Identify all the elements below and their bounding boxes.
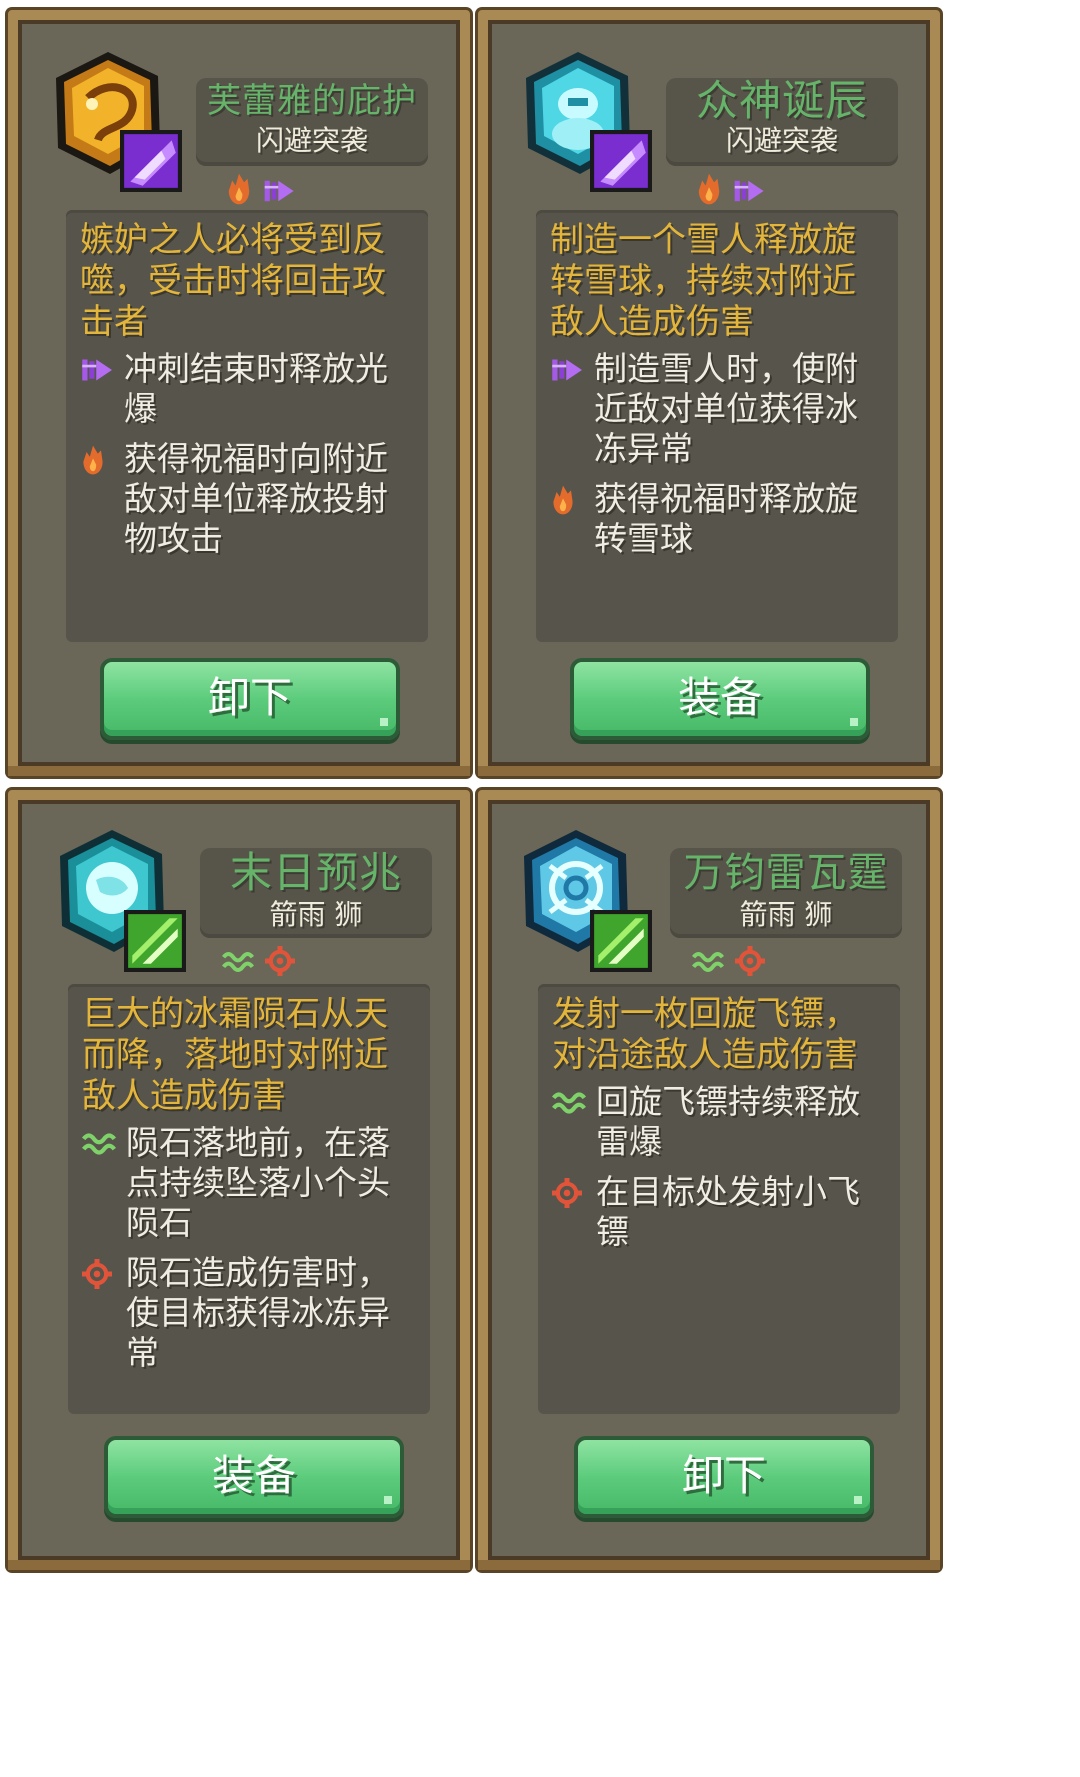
- green-arrows-badge-icon: [590, 910, 652, 972]
- equip-button[interactable]: 装备: [104, 1436, 404, 1518]
- purple-dash-badge-icon: [590, 130, 652, 192]
- effect-row: 陨石造成伤害时，使目标获得冰冻异常: [82, 1253, 416, 1373]
- skill-name-box: 芙蕾雅的庇护 闪避突袭: [196, 78, 428, 166]
- effect-text: 回旋飞镖持续释放雷爆: [596, 1082, 860, 1161]
- effect-text: 获得祝福时释放旋转雪球: [594, 479, 858, 558]
- skill-card-4: 万钧雷瓦霆 箭雨 狮 发射一枚回旋飞镖，对沿途敌人造成伤害 回旋飞镖持续释放雷爆…: [478, 790, 940, 1570]
- equip-button[interactable]: 装备: [570, 658, 870, 740]
- purple-dash-icon: [550, 356, 586, 384]
- skill-description-box: 发射一枚回旋飞镖，对沿途敌人造成伤害 回旋飞镖持续释放雷爆 在目标处发射小飞镖: [538, 984, 900, 1414]
- effect-row: 制造雪人时，使附近敌对单位获得冰冻异常: [550, 349, 884, 469]
- skill-tags: [222, 946, 302, 982]
- effect-row: 获得祝福时向附近敌对单位释放投射物攻击: [80, 439, 414, 559]
- effect-text: 制造雪人时，使附近敌对单位获得冰冻异常: [594, 349, 858, 468]
- effect-row: 获得祝福时释放旋转雪球: [550, 479, 884, 559]
- orange-flame-icon: [550, 484, 576, 516]
- red-gear-icon: [82, 1259, 112, 1289]
- skill-description: 巨大的冰霜陨石从天而降，落地时对附近敌人造成伤害: [82, 994, 388, 1116]
- purple-dash-badge-icon: [120, 130, 182, 192]
- skill-tags: [224, 172, 304, 208]
- golden-dragon-icon: [48, 48, 198, 198]
- skill-description-box: 制造一个雪人释放旋转雪球，持续对附近敌人造成伤害 制造雪人时，使附近敌对单位获得…: [536, 210, 898, 642]
- purple-dash-icon: [263, 176, 297, 206]
- effect-text: 在目标处发射小飞镖: [596, 1172, 860, 1251]
- skill-name: 众神诞辰: [695, 76, 868, 125]
- green-wave-icon: [552, 1089, 586, 1117]
- red-gear-icon: [735, 946, 765, 976]
- skill-category: 箭雨 狮: [269, 898, 363, 931]
- effect-row: 陨石落地前，在落点持续坠落小个头陨石: [82, 1123, 416, 1243]
- cyan-snowman-icon: [518, 48, 668, 198]
- skill-name: 芙蕾雅的庇护: [207, 81, 417, 121]
- skill-description: 发射一枚回旋飞镖，对沿途敌人造成伤害: [552, 994, 858, 1075]
- orange-flame-icon: [224, 172, 254, 206]
- green-arrows-badge-icon: [124, 910, 186, 972]
- orange-flame-icon: [80, 444, 106, 476]
- effect-row: 回旋飞镖持续释放雷爆: [552, 1082, 886, 1162]
- skill-description-box: 嫉妒之人必将受到反噬，受击时将回击攻击者 冲刺结束时释放光爆 获得祝福时向附近敌…: [66, 210, 428, 642]
- skill-card-3: 末日预兆 箭雨 狮 巨大的冰霜陨石从天而降，落地时对附近敌人造成伤害 陨石落地前…: [8, 790, 470, 1570]
- green-wave-icon: [222, 948, 254, 976]
- green-wave-icon: [82, 1130, 116, 1158]
- purple-dash-icon: [733, 176, 767, 206]
- red-gear-icon: [552, 1178, 582, 1208]
- ice-vortex-icon: [516, 826, 666, 976]
- skill-name-box: 末日预兆 箭雨 狮: [200, 848, 432, 938]
- red-gear-icon: [265, 946, 295, 976]
- skill-card-1: 芙蕾雅的庇护 闪避突袭 嫉妒之人必将受到反噬，受击时将回击攻击者 冲刺结束时释放…: [8, 10, 470, 776]
- effect-text: 陨石造成伤害时，使目标获得冰冻异常: [126, 1253, 390, 1372]
- skill-category: 箭雨 狮: [739, 898, 833, 931]
- effect-text: 陨石落地前，在落点持续坠落小个头陨石: [126, 1123, 390, 1242]
- effect-row: 冲刺结束时释放光爆: [80, 349, 414, 429]
- skill-category: 闪避突袭: [255, 124, 368, 157]
- skill-card-2: 众神诞辰 闪避突袭 制造一个雪人释放旋转雪球，持续对附近敌人造成伤害 制造雪人时…: [478, 10, 940, 776]
- skill-name: 万钧雷瓦霆: [683, 850, 889, 896]
- unequip-button[interactable]: 卸下: [574, 1436, 874, 1518]
- green-wave-icon: [692, 948, 724, 976]
- skill-name: 末日预兆: [229, 848, 402, 897]
- purple-dash-icon: [80, 356, 116, 384]
- skill-category: 闪避突袭: [725, 124, 838, 157]
- skill-name-box: 众神诞辰 闪避突袭: [666, 78, 898, 166]
- skill-description: 嫉妒之人必将受到反噬，受击时将回击攻击者: [80, 220, 386, 342]
- orange-flame-icon: [694, 172, 724, 206]
- effect-row: 在目标处发射小飞镖: [552, 1172, 886, 1252]
- skill-tags: [694, 172, 774, 208]
- effect-text: 冲刺结束时释放光爆: [124, 349, 388, 428]
- skill-tags: [692, 946, 772, 982]
- unequip-button[interactable]: 卸下: [100, 658, 400, 740]
- skill-description: 制造一个雪人释放旋转雪球，持续对附近敌人造成伤害: [550, 220, 856, 342]
- skill-description-box: 巨大的冰霜陨石从天而降，落地时对附近敌人造成伤害 陨石落地前，在落点持续坠落小个…: [68, 984, 430, 1414]
- ice-meteor-icon: [52, 826, 202, 976]
- skill-name-box: 万钧雷瓦霆 箭雨 狮: [670, 848, 902, 938]
- effect-text: 获得祝福时向附近敌对单位释放投射物攻击: [124, 439, 388, 558]
